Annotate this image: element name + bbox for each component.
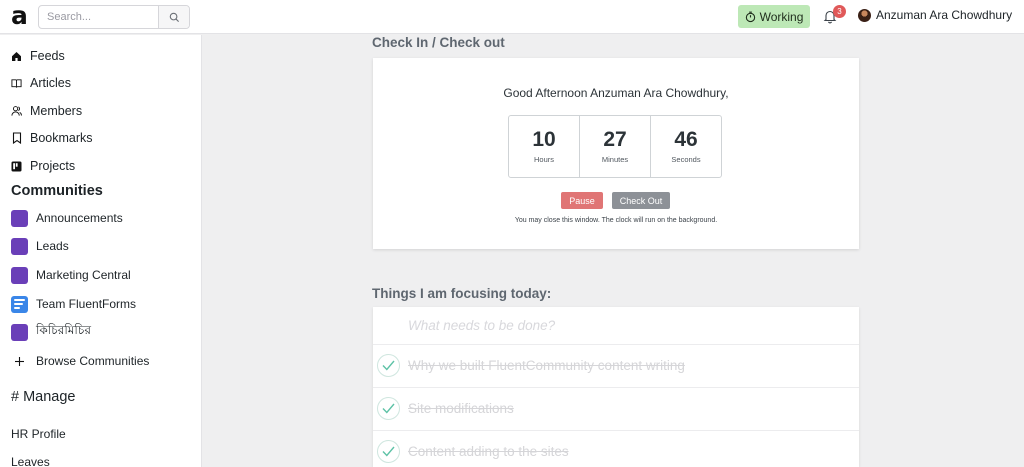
sidebar-item-feeds[interactable]: Feeds	[11, 46, 65, 66]
pause-button[interactable]: Pause	[561, 192, 603, 209]
checkin-card: Good Afternoon Anzuman Ara Chowdhury, 10…	[373, 58, 859, 249]
sidebar-item-label: Projects	[30, 159, 76, 173]
community-label: Marketing Central	[36, 268, 131, 282]
stopwatch-icon	[745, 11, 755, 22]
working-status-button[interactable]: Working	[738, 5, 810, 28]
todo-list: Why we built FluentCommunity content wri…	[373, 307, 859, 467]
focus-heading: Things I am focusing today:	[372, 286, 552, 301]
community-leads[interactable]: Leads	[11, 237, 69, 255]
sidebar-item-label: Members	[30, 104, 83, 118]
hours-label: Hours	[533, 155, 554, 164]
top-bar: a Working 3 Anzuman Ara Chowdhury	[0, 0, 1024, 34]
sidebar-item-label: Bookmarks	[30, 131, 93, 145]
community-label: Announcements	[36, 211, 123, 225]
seconds-cell: 46 Seconds	[651, 116, 721, 177]
hours-value: 10	[532, 128, 556, 151]
search-box	[38, 5, 190, 29]
todo-checkbox[interactable]	[377, 354, 400, 377]
community-label: Team FluentForms	[36, 297, 137, 311]
search-icon	[169, 12, 179, 22]
todo-item: Content adding to the sites	[373, 431, 859, 467]
hours-cell: 10 Hours	[509, 116, 580, 177]
community-icon	[11, 323, 28, 341]
check-out-button[interactable]: Check Out	[612, 192, 670, 209]
community-team-fluentforms[interactable]: Team FluentForms	[11, 295, 136, 313]
todo-text[interactable]: Content adding to the sites	[408, 444, 569, 459]
community-icon	[11, 209, 28, 227]
sidebar-item-leaves[interactable]: Leaves	[11, 455, 50, 467]
sidebar-item-label: Articles	[30, 76, 71, 90]
sidebar-item-label: Feeds	[30, 49, 65, 63]
todo-text[interactable]: Site modifications	[408, 401, 514, 416]
user-menu[interactable]: Anzuman Ara Chowdhury	[858, 8, 1012, 22]
minutes-cell: 27 Minutes	[580, 116, 651, 177]
brand-logo-icon[interactable]: a	[11, 3, 31, 29]
community-label: Leads	[36, 239, 69, 253]
sidebar-item-projects[interactable]: Projects	[11, 156, 75, 176]
status-label: Working	[759, 9, 804, 24]
community-icon	[11, 237, 28, 255]
members-icon	[11, 106, 22, 117]
kanban-icon	[11, 161, 22, 172]
new-todo-input[interactable]	[373, 307, 859, 345]
minutes-label: Minutes	[601, 155, 629, 164]
checkmark-icon	[382, 403, 395, 414]
seconds-label: Seconds	[671, 155, 701, 164]
todo-item: Why we built FluentCommunity content wri…	[373, 345, 859, 388]
community-marketing-central[interactable]: Marketing Central	[11, 266, 131, 284]
community-kichirmichir[interactable]: কিচিরমিচির	[11, 323, 91, 341]
sidebar-item-hr-profile[interactable]: HR Profile	[11, 427, 66, 441]
community-label: কিচিরমিচির	[36, 323, 91, 337]
sidebar-item-bookmarks[interactable]: Bookmarks	[11, 128, 93, 148]
background-clock-note: You may close this window. The clock wil…	[514, 217, 718, 224]
manage-title: # Manage	[11, 389, 76, 405]
avatar	[858, 8, 871, 22]
book-icon	[11, 78, 22, 89]
todo-checkbox[interactable]	[377, 397, 400, 420]
todo-checkbox[interactable]	[377, 440, 400, 463]
notification-count-badge: 3	[833, 5, 846, 18]
seconds-value: 46	[674, 128, 698, 151]
checkmark-icon	[382, 360, 395, 371]
sidebar-item-articles[interactable]: Articles	[11, 73, 71, 93]
browse-communities-link[interactable]: Browse Communities	[11, 352, 149, 370]
search-button[interactable]	[158, 6, 189, 28]
communities-title: Communities	[11, 183, 103, 199]
home-icon	[11, 51, 22, 62]
bookmark-icon	[11, 132, 22, 144]
search-input[interactable]	[39, 6, 158, 28]
todo-text[interactable]: Why we built FluentCommunity content wri…	[408, 358, 685, 373]
sidebar-item-members[interactable]: Members	[11, 101, 82, 121]
user-name: Anzuman Ara Chowdhury	[876, 8, 1013, 22]
plus-icon	[11, 356, 28, 367]
checkin-heading: Check In / Check out	[372, 35, 505, 50]
community-icon	[11, 266, 28, 284]
checkmark-icon	[382, 446, 395, 457]
todo-item: Site modifications	[373, 388, 859, 431]
community-announcements[interactable]: Announcements	[11, 209, 123, 227]
sidebar: Feeds Articles Members Bookmarks Project…	[0, 35, 202, 467]
fluentforms-icon	[11, 295, 28, 313]
clock-display: 10 Hours 27 Minutes 46 Seconds	[508, 115, 722, 178]
greeting-text: Good Afternoon Anzuman Ara Chowdhury,	[503, 86, 729, 100]
minutes-value: 27	[603, 128, 627, 151]
browse-communities-label: Browse Communities	[36, 354, 150, 368]
